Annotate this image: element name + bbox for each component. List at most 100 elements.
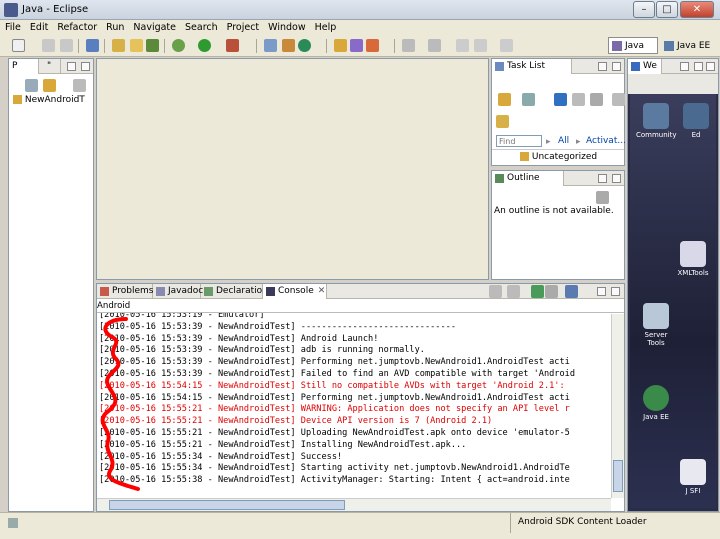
android-sdk-icon[interactable] — [86, 39, 99, 52]
menu-navigate[interactable]: Navigate — [128, 20, 180, 33]
maximize-view-icon[interactable] — [611, 287, 620, 296]
menu-project[interactable]: Project — [222, 20, 264, 33]
server-tools-tile[interactable]: Server Tools — [636, 303, 676, 347]
open-type-icon[interactable] — [264, 39, 277, 52]
minimize-view-icon[interactable] — [598, 174, 607, 183]
fast-view-icon[interactable] — [8, 518, 18, 528]
view-menu-icon[interactable] — [612, 93, 625, 106]
print-icon[interactable] — [60, 39, 73, 52]
open-console-icon[interactable] — [565, 285, 578, 298]
tab-hierarchy[interactable]: " — [39, 59, 61, 74]
back-icon[interactable] — [680, 62, 689, 71]
repository-icon[interactable] — [496, 115, 509, 128]
outline-toolbar-icon[interactable] — [596, 191, 609, 204]
menu-help[interactable]: Help — [310, 20, 341, 33]
link-with-editor-icon[interactable] — [43, 79, 56, 92]
tree-item-project[interactable]: NewAndroidT — [13, 95, 85, 105]
menu-window[interactable]: Window — [263, 20, 309, 33]
pin-console-icon[interactable] — [531, 285, 544, 298]
minimize-view-icon[interactable] — [598, 62, 607, 71]
menu-edit[interactable]: Edit — [25, 20, 52, 33]
maximize-view-icon[interactable] — [612, 62, 621, 71]
toolbar-separator — [256, 39, 257, 53]
console-output[interactable]: [2010-05-16 15:53:19 - Emulator] [2010-05… — [97, 313, 610, 497]
divider — [492, 149, 624, 150]
task-find-input[interactable] — [496, 135, 542, 147]
welcome-icon — [631, 62, 640, 71]
prev-annotation-icon[interactable] — [428, 39, 441, 52]
close-button[interactable]: ✕ — [680, 1, 714, 18]
close-icon[interactable]: ✕ — [318, 286, 326, 296]
perspective-java[interactable]: Java — [608, 37, 658, 54]
minimize-view-icon[interactable] — [597, 287, 606, 296]
menu-file[interactable]: File — [0, 20, 25, 33]
refresh-icon[interactable] — [298, 39, 311, 52]
menu-search[interactable]: Search — [180, 20, 222, 33]
collapse-all-icon[interactable] — [25, 79, 38, 92]
java-ee-tile[interactable]: Java EE — [636, 385, 676, 421]
view-menu-icon[interactable] — [73, 79, 86, 92]
minimize-view-icon[interactable] — [694, 62, 703, 71]
tab-outline[interactable]: Outline — [492, 171, 564, 186]
tab-declaration[interactable]: Declaration — [201, 284, 268, 299]
tab-welcome[interactable]: We — [628, 59, 662, 74]
chevron-right-icon: ▸ — [546, 137, 551, 147]
maximize-button[interactable]: □ — [656, 1, 678, 18]
toolbar-separator — [164, 39, 165, 53]
xml-tools-tile[interactable]: XMLTools — [672, 241, 714, 277]
scroll-lock-icon[interactable] — [507, 285, 520, 298]
sync-icon[interactable] — [590, 93, 603, 106]
toolbar-separator — [104, 39, 105, 53]
new-task-icon[interactable] — [498, 93, 511, 106]
tab-package-explorer[interactable]: P — [9, 59, 39, 74]
categorize-icon[interactable] — [522, 93, 535, 106]
search-icon[interactable] — [350, 39, 363, 52]
horizontal-scrollbar[interactable] — [97, 498, 611, 511]
maximize-view-icon[interactable] — [706, 62, 715, 71]
tab-task-list[interactable]: Task List — [492, 59, 572, 74]
display-console-icon[interactable] — [545, 285, 558, 298]
horizontal-scroll-thumb[interactable] — [109, 500, 345, 510]
tab-console[interactable]: Console ✕ — [263, 284, 327, 299]
external-tools-icon[interactable] — [226, 39, 239, 52]
last-edit-icon[interactable] — [456, 39, 469, 52]
activate-link[interactable]: Activat... — [586, 136, 626, 146]
new-java-project-icon[interactable] — [112, 39, 125, 52]
open-folder-icon[interactable] — [334, 39, 347, 52]
clear-console-icon[interactable] — [489, 285, 502, 298]
pencil-icon[interactable] — [366, 39, 379, 52]
back-icon[interactable] — [474, 39, 487, 52]
minimize-button[interactable]: – — [633, 1, 655, 18]
new-class-icon[interactable] — [146, 39, 159, 52]
eclipse-app-icon — [4, 3, 18, 17]
jsf-tile[interactable]: J SFI — [672, 459, 714, 495]
collapse-icon[interactable] — [572, 93, 585, 106]
menu-run[interactable]: Run — [101, 20, 128, 33]
menu-refactor[interactable]: Refactor — [52, 20, 101, 33]
new-web-icon[interactable] — [282, 39, 295, 52]
category-uncategorized[interactable]: Uncategorized — [520, 152, 597, 162]
editor-tile[interactable]: Ed — [678, 103, 714, 139]
maximize-view-icon[interactable] — [612, 174, 621, 183]
welcome-toolbar — [628, 74, 718, 94]
new-package-icon[interactable] — [130, 39, 143, 52]
debug-icon[interactable] — [172, 39, 185, 52]
vertical-scrollbar[interactable] — [611, 314, 624, 498]
tab-problems[interactable]: Problems — [97, 284, 153, 299]
console-line: [2010-05-16 15:55:21 - NewAndroidTest] U… — [99, 428, 570, 438]
toolbar-separator — [78, 39, 79, 53]
save-icon[interactable] — [42, 39, 55, 52]
filter-icon[interactable] — [554, 93, 567, 106]
run-icon[interactable] — [198, 39, 211, 52]
maximize-view-icon[interactable] — [81, 62, 90, 71]
tab-javadoc[interactable]: Javadoc — [153, 284, 203, 299]
forward-icon[interactable] — [500, 39, 513, 52]
perspective-java-ee[interactable]: Java EE — [660, 37, 718, 54]
minimize-view-icon[interactable] — [67, 62, 76, 71]
community-tile[interactable]: Community — [636, 103, 677, 139]
next-annotation-icon[interactable] — [402, 39, 415, 52]
all-link[interactable]: All — [558, 136, 569, 146]
vertical-scroll-thumb[interactable] — [613, 460, 623, 492]
new-icon[interactable] — [12, 39, 25, 52]
javadoc-icon — [156, 287, 165, 296]
